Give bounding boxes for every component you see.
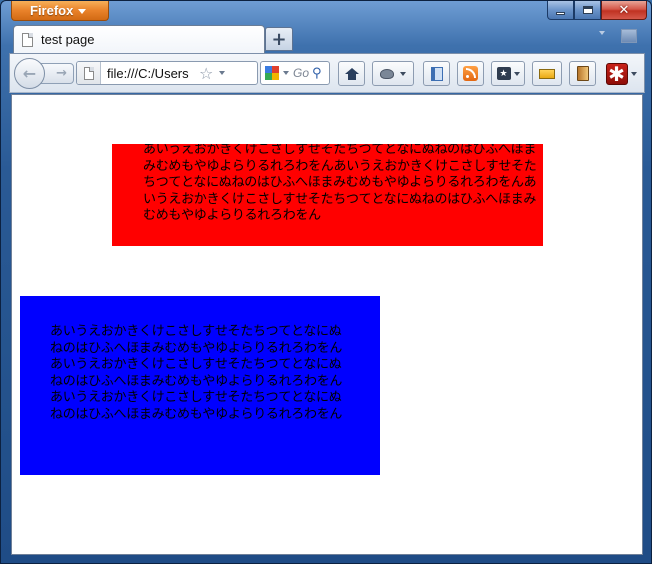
chevron-down-icon (78, 9, 86, 14)
title-bar: Firefox ✕ (1, 1, 652, 23)
back-arrow-icon: ← (22, 64, 37, 83)
page-icon (83, 66, 94, 80)
rss-icon (463, 66, 478, 81)
ruler-button[interactable] (532, 61, 562, 86)
home-icon (344, 67, 359, 80)
blue-box-text: あいうえおかきくけこさしすせそたちつてとなにぬねのはひふへほまみむめもやゆよらり… (50, 324, 343, 422)
tab-title: test page (41, 32, 95, 47)
url-input[interactable]: file:///C:/Users (101, 66, 197, 81)
search-icon[interactable]: ⚲ (312, 66, 322, 81)
firefox-menu-button[interactable]: Firefox (11, 1, 109, 21)
red-box: あいうえおかきくけこさしすせそたちつてとなにぬねのはひふへほまみむめもやゆよらり… (112, 144, 543, 246)
ruler-icon (539, 68, 555, 79)
chevron-down-icon (400, 71, 406, 76)
bookmark-icon: ★ (496, 67, 511, 80)
minimize-icon (556, 11, 565, 15)
rss-button[interactable] (457, 61, 484, 86)
list-all-tabs-button[interactable] (599, 31, 605, 35)
navigation-toolbar: → ← file:///C:/Users ☆ ↻ Go ⚲ (9, 53, 645, 93)
window-controls: ✕ (547, 1, 647, 20)
firebug-button[interactable] (372, 61, 414, 86)
page-content: あいうえおかきくけこさしすせそたちつてとなにぬねのはひふへほまみむめもやゆよらり… (11, 94, 643, 555)
minimize-button[interactable] (547, 1, 574, 20)
search-engine-icon[interactable] (265, 66, 279, 80)
tab-groups-button[interactable] (621, 29, 637, 43)
back-button[interactable]: ← (14, 58, 45, 89)
addon-button[interactable]: ✱ (602, 61, 640, 86)
back-forward-group: → ← (14, 58, 74, 89)
search-bar[interactable]: Go ⚲ (260, 61, 330, 85)
forward-arrow-icon: → (56, 66, 67, 81)
close-button[interactable]: ✕ (601, 1, 647, 20)
page-icon (22, 32, 33, 47)
red-box-text: あいうえおかきくけこさしすせそたちつてとなにぬねのはひふへほまみむめもやゆよらり… (143, 144, 537, 223)
bookmark-star-icon[interactable]: ☆ (199, 64, 213, 83)
plus-icon: + (271, 28, 287, 50)
maximize-button[interactable] (574, 1, 601, 20)
sidebar-icon (430, 66, 443, 81)
sidebar-button[interactable] (423, 61, 450, 86)
maximize-icon (582, 6, 593, 14)
search-input[interactable]: Go (293, 66, 311, 80)
tab-strip: test page + (9, 23, 645, 53)
firebug-icon (380, 68, 394, 79)
url-history-dropdown[interactable] (219, 71, 226, 75)
home-button[interactable] (338, 61, 365, 86)
new-tab-button[interactable]: + (265, 27, 293, 51)
browser-window: Firefox ✕ test page + → ← file:///C:/Use… (0, 0, 652, 564)
url-bar[interactable]: file:///C:/Users ☆ ↻ (76, 61, 258, 85)
blue-box: あいうえおかきくけこさしすせそたちつてとなにぬねのはひふへほまみむめもやゆよらり… (20, 296, 380, 475)
firefox-menu-label: Firefox (30, 3, 74, 18)
chevron-down-icon (630, 71, 637, 76)
notebook-button[interactable] (569, 61, 596, 86)
chevron-down-icon (513, 71, 520, 76)
search-engine-dropdown[interactable] (283, 71, 289, 75)
asterisk-icon: ✱ (605, 62, 628, 86)
tab-test-page[interactable]: test page (13, 25, 265, 53)
bookmarks-button[interactable]: ★ (491, 61, 525, 86)
site-identity-button[interactable] (77, 62, 101, 84)
close-icon: ✕ (618, 2, 630, 18)
book-icon (576, 66, 589, 81)
